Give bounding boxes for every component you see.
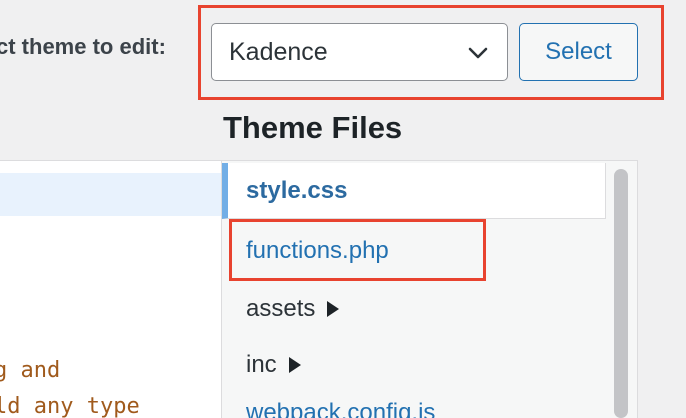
triangle-right-icon (288, 357, 301, 373)
triangle-right-icon (327, 301, 340, 317)
theme-file-list[interactable]: style.css functions.php assets inc webpa… (222, 160, 638, 418)
editor-active-line (0, 173, 221, 216)
folder-inc[interactable]: inc (246, 353, 301, 377)
file-style-css[interactable]: style.css (222, 163, 606, 219)
annotation-box-functions-php (229, 219, 486, 281)
file-webpack-config[interactable]: webpack.config.js (246, 401, 435, 418)
select-theme-label: ct theme to edit: (0, 34, 166, 59)
folder-label: inc (246, 351, 277, 378)
folder-label: assets (246, 295, 316, 322)
file-list-scrollbar-thumb[interactable] (614, 169, 628, 418)
code-line: ld any type (0, 394, 140, 418)
annotation-box-selector (198, 5, 664, 100)
code-editor[interactable]: g and ld any type (0, 160, 222, 418)
folder-assets[interactable]: assets (246, 295, 340, 322)
code-line: g and (0, 358, 61, 383)
theme-files-heading: Theme Files (223, 110, 403, 145)
